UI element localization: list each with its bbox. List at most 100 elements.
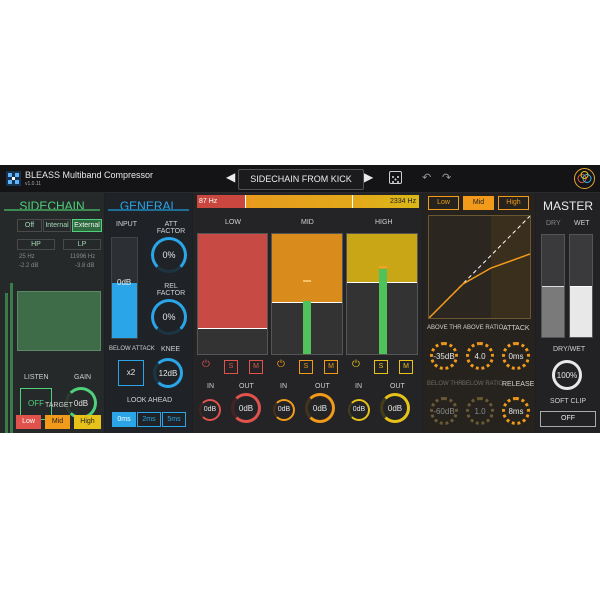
redo-icon[interactable]: ↷: [442, 171, 451, 184]
band-mid-power-icon[interactable]: ⏻: [277, 359, 285, 370]
band-high-in-value: 0dB: [352, 406, 366, 413]
band-low-in-label: IN: [207, 383, 214, 390]
input-slider-fill: [112, 283, 137, 338]
preset-selector[interactable]: SIDECHAIN FROM KICK: [238, 169, 364, 190]
band-settings-icon[interactable]: [574, 168, 595, 189]
band-mid-solo-button[interactable]: S: [299, 360, 313, 374]
band-mid-peak: [303, 279, 311, 282]
hp-filter-button[interactable]: HP: [17, 239, 55, 250]
band-low-solo-button[interactable]: S: [224, 360, 238, 374]
dry-slider-handle[interactable]: [542, 286, 564, 287]
crossover-low-value: 87 Hz: [199, 198, 218, 205]
band-mid-mute-button[interactable]: M: [324, 360, 338, 374]
release-knob[interactable]: 8ms: [502, 397, 530, 425]
dyn-tab-high[interactable]: High: [498, 196, 529, 210]
above-ratio-label: ABOVE RATIO: [463, 325, 504, 331]
below-thr-knob[interactable]: -60dB: [430, 397, 458, 425]
wet-slider-handle[interactable]: [570, 286, 592, 287]
hp-gain: -2.2 dB: [19, 263, 39, 269]
crossover-handle-low[interactable]: [245, 195, 246, 208]
target-low-button[interactable]: Low: [16, 415, 41, 429]
crossover-bar[interactable]: [197, 195, 419, 208]
gain-label: GAIN: [74, 374, 92, 381]
sidechain-source-external[interactable]: External: [72, 219, 102, 232]
dry-slider[interactable]: [541, 234, 565, 338]
attack-knob[interactable]: 0ms: [502, 342, 530, 370]
dyn-tab-mid[interactable]: Mid: [463, 196, 494, 210]
sidechain-filter-display[interactable]: [17, 291, 101, 351]
dry-label: DRY: [546, 220, 561, 227]
below-attack-label: BELOW ATTACK: [109, 346, 155, 352]
knee-knob[interactable]: 12dB: [153, 358, 183, 388]
band-low-meter[interactable]: [197, 233, 268, 355]
above-thr-value: -35dB: [433, 352, 455, 361]
lp-freq: 11996 Hz: [70, 254, 96, 260]
soft-clip-toggle[interactable]: OFF: [540, 411, 596, 427]
app-title: BLEASS Multiband Compressor: [25, 170, 154, 180]
band-high-mute-button[interactable]: M: [399, 360, 413, 374]
band-mid-out-label: OUT: [315, 383, 330, 390]
band-mid-title: MID: [301, 219, 314, 226]
release-value: 8ms: [508, 407, 524, 416]
above-ratio-knob[interactable]: 4.0: [466, 342, 494, 370]
dyn-tab-low[interactable]: Low: [428, 196, 459, 210]
preset-next-icon[interactable]: ▶: [364, 170, 373, 184]
below-thr-label: BELOW THR: [427, 381, 463, 387]
wet-slider[interactable]: [569, 234, 593, 338]
knee-label: KNEE: [161, 346, 181, 353]
look-ahead-2ms[interactable]: 2ms: [137, 412, 161, 427]
preset-prev-icon[interactable]: ◀: [226, 170, 235, 184]
band-high-out-label: OUT: [390, 383, 405, 390]
target-mid-button[interactable]: Mid: [45, 415, 70, 429]
wet-slider-fill: [570, 286, 592, 337]
input-slider[interactable]: [111, 237, 138, 339]
below-attack-button[interactable]: x2: [118, 360, 144, 386]
sidechain-source-internal[interactable]: Internal: [43, 219, 71, 232]
band-low-mute-button[interactable]: M: [249, 360, 263, 374]
band-mid-in-label: IN: [280, 383, 287, 390]
undo-icon[interactable]: ↶: [422, 171, 431, 184]
randomize-dice-icon[interactable]: [389, 171, 402, 184]
bands-panel: 87 Hz 2334 Hz LOW MID HIGH ⏻ S M ⏻ S M ⏻…: [193, 193, 422, 433]
band-mid-out-knob[interactable]: 0dB: [305, 393, 335, 423]
sidechain-source-off[interactable]: Off: [17, 219, 42, 232]
band-low-out-knob[interactable]: 0dB: [231, 393, 261, 423]
band-mid-meter[interactable]: [271, 233, 343, 355]
band-mid-in-knob[interactable]: 0dB: [273, 399, 295, 421]
band-low-in-value: 0dB: [203, 406, 217, 413]
sidechain-meter-right: [10, 283, 13, 433]
rel-factor-label: REL FACTOR: [156, 283, 186, 297]
app-version: v1.0.11: [25, 181, 42, 187]
lp-gain: -3.8 dB: [75, 263, 95, 269]
crossover-handle-high[interactable]: [352, 195, 353, 208]
band-high-meter[interactable]: [346, 233, 418, 355]
band-high-solo-button[interactable]: S: [374, 360, 388, 374]
rel-factor-knob[interactable]: 0%: [151, 299, 187, 335]
band-low-in-knob[interactable]: 0dB: [199, 399, 221, 421]
hp-freq: 25 Hz: [19, 254, 35, 260]
band-low-out-label: OUT: [239, 383, 254, 390]
look-ahead-5ms[interactable]: 5ms: [162, 412, 186, 427]
target-high-button[interactable]: High: [74, 415, 101, 429]
dry-slider-fill: [542, 286, 564, 337]
band-high-out-knob[interactable]: 0dB: [380, 393, 410, 423]
transfer-curve-display[interactable]: [428, 215, 531, 319]
above-thr-knob[interactable]: -35dB: [430, 342, 458, 370]
lp-filter-button[interactable]: LP: [63, 239, 101, 250]
band-low-title: LOW: [225, 219, 241, 226]
input-value: 0dB: [117, 278, 132, 287]
band-high-power-icon[interactable]: ⏻: [352, 359, 360, 370]
below-ratio-knob[interactable]: 1.0: [466, 397, 494, 425]
drywet-label: DRY/WET: [553, 346, 586, 353]
master-panel: MASTER DRY WET DRY/WET 100% SOFT CLIP OF…: [536, 193, 600, 433]
band-low-power-icon[interactable]: ⏻: [202, 359, 210, 370]
rel-factor-value: 0%: [162, 312, 176, 322]
look-ahead-0ms[interactable]: 0ms: [112, 412, 136, 427]
attack-label: ATTACK: [503, 325, 530, 332]
input-label: INPUT: [116, 221, 137, 228]
drywet-knob[interactable]: 100%: [552, 360, 582, 390]
crossover-high-value: 2334 Hz: [390, 198, 417, 205]
sidechain-meter-left: [5, 293, 8, 433]
att-factor-knob[interactable]: 0%: [151, 237, 187, 273]
band-high-in-knob[interactable]: 0dB: [348, 399, 370, 421]
